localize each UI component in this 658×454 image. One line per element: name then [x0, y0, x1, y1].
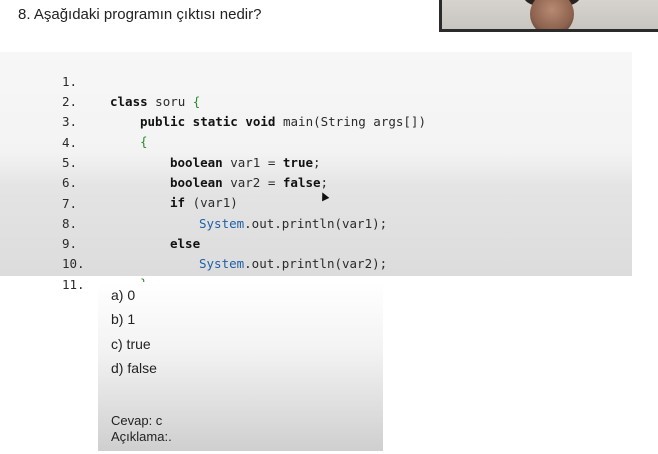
code-line: 8. else [0, 194, 632, 251]
code-line: 3. { [0, 92, 632, 149]
option-b: b) 1 [111, 311, 136, 327]
option-d: d) false [111, 360, 157, 376]
line-number: 11. [62, 277, 85, 292]
webcam-overlay [439, 0, 658, 32]
code-line: 4. boolean var1 = true; [0, 113, 632, 170]
code-line: 9. System.out.println(var2); [0, 214, 632, 271]
explanation-text: Açıklama:. [111, 429, 172, 444]
code-line: 10. } [0, 234, 632, 291]
code-line: 7. System.out.println(var1); [0, 174, 632, 231]
code-line: 5. boolean var2 = false; [0, 133, 632, 190]
option-c: c) true [111, 336, 151, 352]
answer-text: Cevap: c [111, 413, 163, 428]
presenter-face [530, 0, 574, 29]
option-a: a) 0 [111, 287, 136, 303]
code-line: 2. public static void main(String args[]… [0, 72, 632, 129]
code-line: 1. class soru { [0, 52, 632, 109]
code-panel: 1. class soru { 2. public static void ma… [0, 52, 632, 312]
question-text: 8. Aşağıdaki programın çıktısı nedir? [18, 6, 262, 23]
code-line: 6. if (var1) [0, 153, 632, 210]
code-line: 11. } [0, 255, 632, 312]
answer-options-panel: a) 0 b) 1 c) true d) false Cevap: c Açık… [98, 282, 383, 451]
